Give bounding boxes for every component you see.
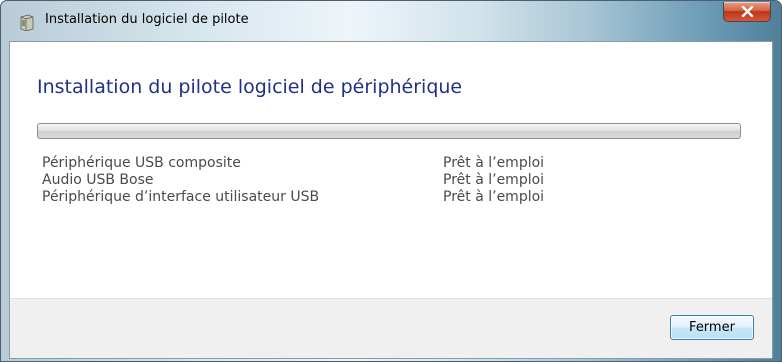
- window-title: Installation du logiciel de pilote: [45, 12, 249, 27]
- device-name: Audio USB Bose: [42, 172, 154, 188]
- fermer-button[interactable]: Fermer: [670, 315, 754, 340]
- button-bar: Fermer: [10, 298, 772, 358]
- device-name: Périphérique USB composite: [42, 155, 241, 171]
- close-button[interactable]: [723, 2, 771, 22]
- device-status: Prêt à l’emploi: [443, 172, 545, 188]
- page-title: Installation du pilote logiciel de périp…: [37, 76, 463, 98]
- device-status: Prêt à l’emploi: [443, 189, 545, 205]
- list-item: Périphérique d’interface utilisateur USB…: [42, 189, 742, 206]
- installer-window: Installation du logiciel de pilote Insta…: [0, 0, 782, 362]
- dialog-content: Installation du pilote logiciel de périp…: [9, 41, 773, 359]
- list-item: Audio USB Bose Prêt à l’emploi: [42, 172, 742, 189]
- device-status: Prêt à l’emploi: [443, 155, 545, 171]
- title-bar[interactable]: Installation du logiciel de pilote: [1, 1, 781, 41]
- close-icon: [741, 6, 754, 17]
- device-name: Périphérique d’interface utilisateur USB: [42, 189, 320, 205]
- progress-bar: [37, 123, 741, 139]
- list-item: Périphérique USB composite Prêt à l’empl…: [42, 155, 742, 172]
- driver-package-icon: [19, 14, 35, 32]
- device-list: Périphérique USB composite Prêt à l’empl…: [42, 155, 742, 206]
